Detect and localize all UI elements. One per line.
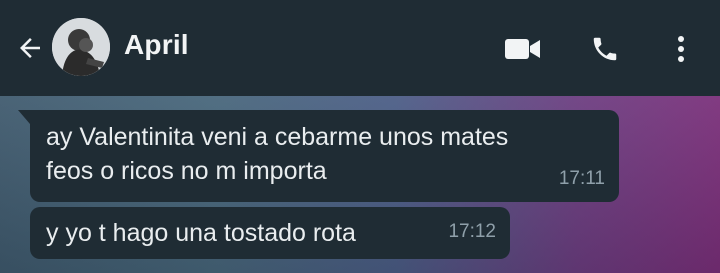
back-button[interactable] bbox=[10, 30, 50, 66]
message-bubble[interactable]: y yo t hago una tostado rota 17:12 bbox=[30, 207, 510, 259]
bubble-tail bbox=[18, 110, 30, 124]
message-bubble[interactable]: ay Valentinita veni a cebarme unos mates… bbox=[18, 110, 619, 202]
video-call-button[interactable] bbox=[502, 28, 544, 70]
video-camera-icon bbox=[505, 39, 540, 59]
avatar[interactable] bbox=[52, 18, 110, 76]
voice-call-button[interactable] bbox=[584, 28, 626, 70]
kebab-menu-icon bbox=[678, 36, 684, 62]
message-text: ay Valentinita veni a cebarme unos mates… bbox=[46, 123, 509, 185]
contact-name[interactable]: April bbox=[124, 29, 189, 61]
message-text: y yo t hago una tostado rota bbox=[46, 219, 356, 247]
message-timestamp: 17:11 bbox=[558, 168, 605, 189]
chat-header: April bbox=[0, 0, 720, 96]
phone-icon bbox=[593, 37, 617, 61]
more-options-button[interactable] bbox=[660, 28, 702, 70]
avatar-photo bbox=[52, 18, 110, 76]
arrow-left-icon bbox=[20, 38, 40, 58]
message-timestamp: 17:12 bbox=[448, 221, 496, 242]
